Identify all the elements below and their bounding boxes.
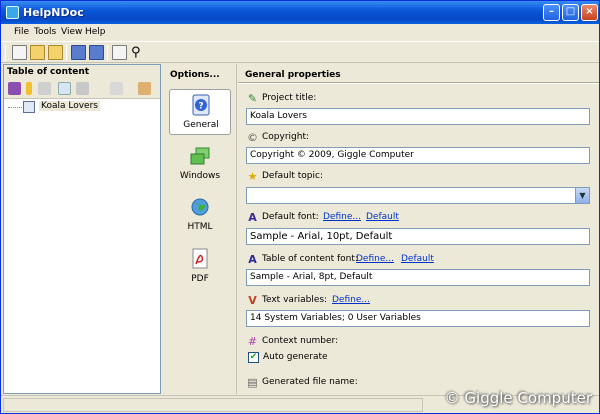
save-all-icon[interactable] (89, 45, 104, 60)
text-variables-label: V Text variables: (247, 295, 327, 309)
options-panel: Options... ? General Windows HTML PDF (163, 64, 237, 394)
general-properties-panel: General properties ✎ Project title: Koala… (238, 64, 599, 394)
default-topic-label: ★ Default topic: (247, 171, 323, 185)
menu-tools[interactable]: Tools (34, 27, 56, 37)
edit-icon[interactable] (112, 45, 127, 60)
star-icon: ★ (247, 170, 258, 183)
option-windows[interactable]: Windows (169, 141, 231, 187)
option-label: PDF (191, 274, 209, 284)
minimize-button[interactable]: – (543, 4, 560, 21)
label-text: Context number: (262, 336, 339, 346)
copyright-label: © Copyright: (247, 132, 309, 146)
open-folder-icon[interactable] (48, 45, 63, 60)
main-toolbar: ⚲ (1, 41, 599, 63)
close-button[interactable]: × (581, 4, 598, 21)
windows-icon (190, 147, 210, 165)
find-icon[interactable]: ⚲ (131, 45, 141, 60)
section-divider (238, 82, 599, 84)
section-title: General properties (245, 70, 341, 80)
font-icon: A (248, 211, 257, 224)
maximize-button[interactable]: □ (562, 4, 579, 21)
options-title: Options... (170, 70, 220, 80)
toc-font-default-link[interactable]: Default (401, 254, 434, 264)
toolbar-grip (5, 45, 6, 61)
generated-file-label: ▤ Generated file name: (247, 376, 358, 391)
status-field (3, 398, 423, 412)
option-label: Windows (179, 171, 221, 181)
label-text: Generated file name: (262, 377, 358, 387)
option-label: HTML (187, 222, 213, 232)
option-label: General (183, 120, 219, 130)
menu-bar: File Tools View Help (1, 24, 599, 41)
auto-generate-label[interactable]: Auto generate (263, 352, 328, 366)
project-title-input[interactable]: Koala Lovers (246, 108, 590, 125)
default-topic-select[interactable]: ▼ (246, 187, 590, 204)
panel-title: Table of content (4, 65, 160, 79)
add-topic-icon[interactable] (8, 82, 21, 95)
option-general[interactable]: ? General (169, 89, 231, 135)
option-pdf[interactable]: PDF (169, 244, 231, 290)
toolbar-separator (107, 45, 108, 61)
move-icon[interactable] (76, 82, 89, 95)
table-of-content-panel: Table of content Koala Lovers (3, 64, 161, 394)
copyright-input[interactable]: Copyright © 2009, Giggle Computer (246, 147, 590, 164)
option-html[interactable]: HTML (169, 192, 231, 238)
text-variables-define-link[interactable]: Define... (332, 295, 370, 305)
pencil-icon: ✎ (247, 92, 258, 105)
hash-icon: # (247, 335, 258, 348)
svg-text:?: ? (198, 102, 203, 112)
toc-font-sample: Sample - Arial, 8pt, Default (246, 269, 590, 286)
toc-font-label: A Table of content font: (247, 254, 358, 268)
copyright-icon: © (247, 131, 258, 144)
default-font-define-link[interactable]: Define... (323, 212, 361, 222)
menu-view[interactable]: View (61, 27, 82, 37)
default-font-default-link[interactable]: Default (366, 212, 399, 222)
label-text: Table of content font: (262, 254, 358, 264)
application-window: HelpNDoc – □ × File Tools View Help ⚲ Ta… (0, 0, 600, 414)
window-title: HelpNDoc (23, 6, 84, 19)
dropdown-arrow-icon[interactable] (26, 82, 32, 95)
watermark: © Giggle Computer (444, 389, 592, 407)
app-icon (6, 6, 19, 19)
font-icon: A (248, 253, 257, 266)
default-font-sample: Sample - Arial, 10pt, Default (246, 228, 590, 245)
properties-icon[interactable] (138, 82, 151, 95)
context-number-label: # Context number: (247, 336, 338, 350)
menu-file[interactable]: File (14, 27, 29, 37)
delete-topic-icon[interactable] (38, 82, 51, 95)
auto-generate-checkbox[interactable]: ✔ (248, 352, 259, 363)
tree-item-label[interactable]: Koala Lovers (39, 101, 100, 111)
rename-icon[interactable] (58, 82, 71, 95)
pdf-icon (192, 248, 208, 269)
variables-icon: V (248, 294, 257, 307)
toolbar-separator (66, 45, 67, 61)
text-variables-field: 14 System Variables; 0 User Variables (246, 310, 590, 327)
file-icon: ▤ (247, 376, 258, 389)
default-font-label: A Default font: (247, 211, 319, 226)
new-icon[interactable] (12, 45, 27, 60)
move-arrows-icon[interactable] (110, 82, 123, 95)
open-icon[interactable] (30, 45, 45, 60)
toc-toolbar (4, 79, 160, 99)
label-text: Default topic: (262, 171, 323, 181)
label-text: Default font: (262, 212, 319, 222)
save-icon[interactable] (71, 45, 86, 60)
toc-font-define-link[interactable]: Define... (356, 254, 394, 264)
project-title-label: ✎ Project title: (247, 93, 316, 107)
label-text: Copyright: (262, 132, 310, 142)
tree-connector (8, 107, 22, 108)
globe-icon (191, 198, 209, 216)
chevron-down-icon[interactable]: ▼ (575, 188, 589, 203)
label-text: Project title: (262, 93, 317, 103)
title-bar[interactable]: HelpNDoc – □ × (1, 1, 599, 24)
menu-help[interactable]: Help (85, 27, 106, 37)
topic-icon (23, 101, 35, 113)
label-text: Text variables: (262, 295, 328, 305)
general-help-icon: ? (192, 94, 210, 116)
